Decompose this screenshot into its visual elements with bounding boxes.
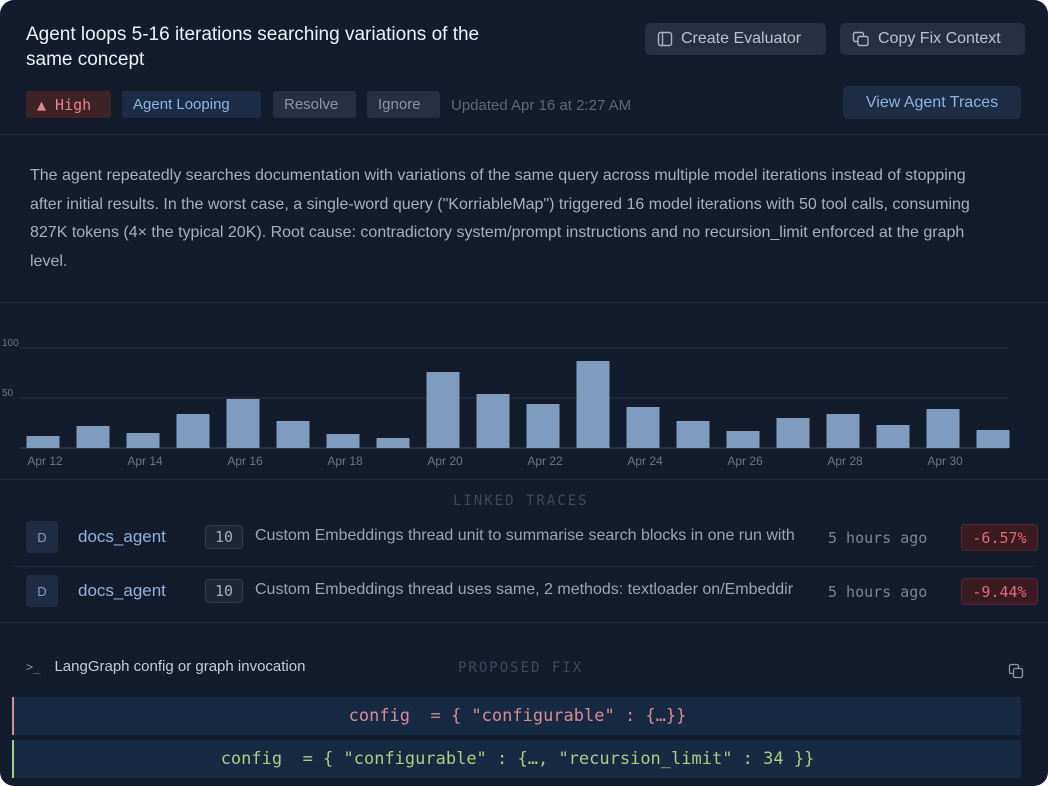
proposed-fix-label: PROPOSED FIX xyxy=(458,660,584,676)
chart-bar xyxy=(426,372,460,448)
chart-bar xyxy=(76,426,110,448)
copy-fix-context-label: Copy Fix Context xyxy=(878,30,1001,47)
copy-fix-context-button[interactable]: Copy Fix Context xyxy=(840,23,1025,55)
removed-code-line: config = { "configurable" : {…}} xyxy=(12,697,1021,735)
x-tick-label: Apr 18 xyxy=(327,454,363,468)
x-tick-label: Apr 22 xyxy=(527,454,563,468)
ignore-button[interactable]: Ignore xyxy=(367,91,440,118)
issue-title: Agent loops 5-16 iterations searching va… xyxy=(26,24,480,70)
iteration-count: 10 xyxy=(205,579,243,603)
trace-row[interactable]: D docs_agent 10 Custom Embeddings thread… xyxy=(0,513,1048,563)
chart-bar xyxy=(326,434,360,448)
avatar: D xyxy=(26,521,58,553)
chart-bar xyxy=(726,431,760,448)
chart-bar xyxy=(176,414,210,448)
panel-icon xyxy=(657,31,673,47)
x-tick-label: Apr 20 xyxy=(427,454,463,468)
x-tick-label: Apr 24 xyxy=(627,454,663,468)
x-tick-label: Apr 30 xyxy=(927,454,963,468)
chart-bar xyxy=(826,414,860,448)
chart-bar xyxy=(226,399,260,448)
chart-bar xyxy=(126,433,160,448)
x-tick-label: Apr 26 xyxy=(727,454,763,468)
chart-bar xyxy=(626,407,660,448)
trace-row[interactable]: D docs_agent 10 Custom Embeddings thread… xyxy=(0,567,1048,617)
divider xyxy=(0,622,1048,623)
x-tick-label: Apr 16 xyxy=(227,454,263,468)
issue-description: The agent repeatedly searches documentat… xyxy=(30,167,970,270)
chart-bar xyxy=(276,421,310,448)
chart-bar xyxy=(776,418,810,448)
chart-bar xyxy=(526,404,560,448)
divider xyxy=(0,302,1048,303)
trace-description: Custom Embeddings thread unit to summari… xyxy=(255,527,795,544)
delta-badge: -9.44% xyxy=(961,578,1038,605)
resolve-button[interactable]: Resolve xyxy=(273,91,356,118)
trace-time: 5 hours ago xyxy=(828,583,928,601)
agent-name[interactable]: docs_agent xyxy=(78,527,166,547)
delta-badge: -6.57% xyxy=(961,524,1038,551)
chart-bar xyxy=(576,361,610,448)
iteration-count: 10 xyxy=(205,525,243,549)
trace-time: 5 hours ago xyxy=(828,529,928,547)
fix-context-label: LangGraph config or graph invocation xyxy=(54,658,306,675)
category-badge: Agent Looping xyxy=(122,91,261,118)
chart-bar xyxy=(976,430,1010,448)
updated-timestamp: Updated Apr 16 at 2:27 AM xyxy=(451,97,632,114)
chart-bar xyxy=(926,409,960,448)
terminal-icon: >_ xyxy=(26,659,41,674)
chart-bar xyxy=(476,394,510,448)
divider xyxy=(0,134,1048,135)
issue-panel: Agent loops 5-16 iterations searching va… xyxy=(0,0,1048,786)
chart-bar xyxy=(676,421,710,448)
create-evaluator-label: Create Evaluator xyxy=(681,30,802,47)
added-code-line: config = { "configurable" : {…, "recursi… xyxy=(12,740,1021,778)
x-tick-label: Apr 14 xyxy=(127,454,163,468)
copy-code-icon[interactable] xyxy=(1008,663,1024,679)
linked-traces-label: LINKED TRACES xyxy=(453,493,589,509)
chart-bar xyxy=(376,438,410,448)
x-tick-label: Apr 12 xyxy=(27,454,63,468)
x-tick-label: Apr 28 xyxy=(827,454,863,468)
divider xyxy=(0,479,1048,480)
avatar: D xyxy=(26,575,58,607)
copy-icon xyxy=(852,31,869,47)
occurrences-chart: 100 50 Apr 12 Apr 14 Apr 16 Apr 18 Apr 20 Apr 2… xyxy=(2,338,1010,468)
trace-description: Custom Embeddings thread uses same, 2 me… xyxy=(255,581,794,598)
severity-badge: ▲ High xyxy=(26,91,111,118)
agent-name[interactable]: docs_agent xyxy=(78,581,166,601)
fix-context: >_ LangGraph config or graph invocation xyxy=(26,658,305,675)
chart-bar xyxy=(26,436,60,448)
create-evaluator-button[interactable]: Create Evaluator xyxy=(645,23,826,55)
chart-bar xyxy=(876,425,910,448)
view-agent-traces-button[interactable]: View Agent Traces xyxy=(843,86,1021,119)
y-tick-label: 50 xyxy=(2,388,14,399)
y-tick-label: 100 xyxy=(2,338,19,349)
